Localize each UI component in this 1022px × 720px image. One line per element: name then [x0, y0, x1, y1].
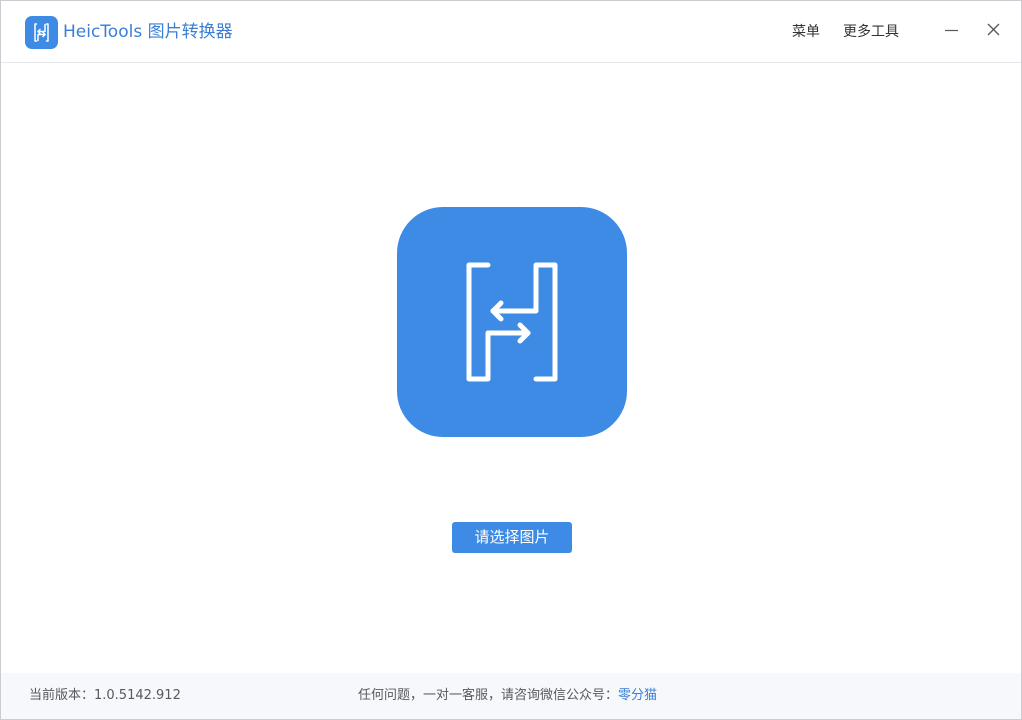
- menu-button[interactable]: 菜单: [792, 22, 820, 42]
- title-bar[interactable]: HeicTools 图片转换器 菜单 更多工具: [1, 1, 1021, 63]
- wechat-account-link[interactable]: 零分猫: [618, 688, 657, 703]
- version-text: 当前版本：1.0.5142.912: [29, 688, 181, 703]
- close-button[interactable]: [983, 17, 1005, 43]
- hero-logo: [397, 207, 627, 437]
- more-tools-button[interactable]: 更多工具: [843, 22, 899, 42]
- heictools-logo-icon: [25, 16, 58, 49]
- app-window: HeicTools 图片转换器 菜单 更多工具 请选择图片 当前版本：1.0.5…: [0, 0, 1022, 720]
- heictools-logo-icon: [466, 262, 558, 382]
- support-label: 任何问题，一对一客服，请咨询微信公众号：: [358, 688, 619, 703]
- minimize-icon: [945, 29, 958, 32]
- support-text: 任何问题，一对一客服，请咨询微信公众号：零分猫: [358, 686, 657, 706]
- footer: 当前版本：1.0.5142.912 任何问题，一对一客服，请咨询微信公众号：零分…: [1, 673, 1021, 719]
- minimize-button[interactable]: [941, 17, 963, 43]
- close-icon: [987, 23, 1000, 36]
- app-title: HeicTools 图片转换器: [63, 22, 233, 42]
- select-image-button[interactable]: 请选择图片: [452, 522, 572, 553]
